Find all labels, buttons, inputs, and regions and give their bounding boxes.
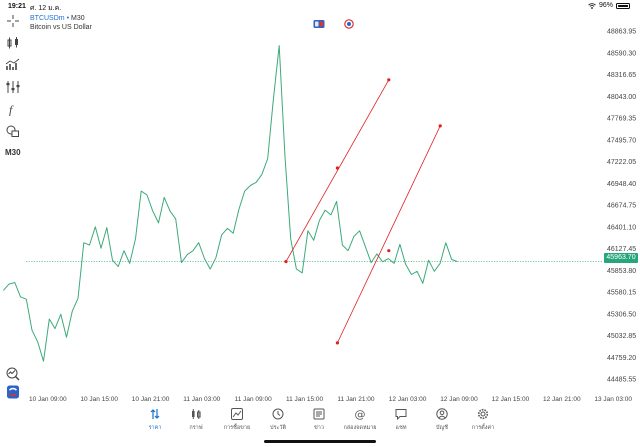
tab-label: กราฟ bbox=[189, 425, 203, 431]
price-axis-label: 47495.70 bbox=[607, 137, 636, 144]
time-axis-label: 11 Jan 21:00 bbox=[337, 396, 374, 403]
time-axis-label: 13 Jan 03:00 bbox=[594, 396, 632, 403]
price-line-series bbox=[2, 45, 458, 362]
price-axis-label: 48316.65 bbox=[607, 72, 636, 79]
current-price-tag: 45963.70 bbox=[604, 253, 638, 263]
candlestick-icon bbox=[7, 37, 18, 49]
objects-tool[interactable] bbox=[5, 80, 21, 94]
price-axis-label: 44485.55 bbox=[607, 377, 636, 384]
tab-label: บัญชี bbox=[436, 425, 448, 431]
time-axis-label: 12 Jan 03:00 bbox=[389, 396, 427, 403]
price-axis-label: 45032.85 bbox=[607, 333, 636, 340]
tab-label: การตั้งค่า bbox=[471, 425, 495, 431]
time-axis-label: 10 Jan 15:00 bbox=[80, 396, 118, 403]
trendline-handle[interactable] bbox=[335, 166, 339, 170]
indicators-icon bbox=[5, 58, 20, 70]
trendline-handle[interactable] bbox=[335, 341, 339, 345]
tab-label: ราคา bbox=[148, 425, 162, 431]
app-logo-icon bbox=[7, 385, 19, 399]
svg-text:f: f bbox=[9, 103, 14, 117]
function-tool[interactable]: f bbox=[5, 102, 21, 117]
news-icon bbox=[313, 408, 325, 420]
candlestick-tool[interactable] bbox=[5, 36, 21, 50]
tab-account[interactable]: บัญชี bbox=[422, 408, 462, 432]
history-icon bbox=[272, 408, 284, 420]
trendline-handle[interactable] bbox=[284, 259, 288, 264]
timeframe-button[interactable]: M30 bbox=[5, 148, 21, 157]
chat-icon bbox=[395, 409, 407, 420]
time-axis-label: 12 Jan 15:00 bbox=[492, 396, 530, 403]
objects-icon bbox=[6, 81, 20, 93]
shapes-icon bbox=[6, 125, 19, 137]
tab-history[interactable]: ประวัติ bbox=[258, 408, 298, 432]
trendline-handle[interactable] bbox=[387, 78, 391, 82]
time-axis-label: 12 Jan 21:00 bbox=[543, 396, 581, 403]
symbol-name: BTCUSDm bbox=[30, 15, 65, 22]
zoom-icon bbox=[6, 367, 20, 381]
trade-icon bbox=[231, 408, 243, 420]
tab-quotes[interactable]: ราคา bbox=[135, 408, 175, 432]
tab-chart[interactable]: กราฟ bbox=[176, 408, 216, 432]
trendline-2[interactable] bbox=[337, 125, 441, 344]
time-axis-label: 11 Jan 15:00 bbox=[286, 396, 323, 403]
one-click-trading-icon[interactable] bbox=[313, 19, 325, 29]
tab-label: กล่องจดหมาย bbox=[343, 425, 377, 431]
price-axis-label: 47222.05 bbox=[607, 159, 636, 166]
symbol-timeframe: M30 bbox=[70, 15, 85, 22]
price-axis-label: 48863.95 bbox=[607, 29, 636, 36]
chart-icon bbox=[192, 409, 201, 419]
quotes-icon bbox=[150, 409, 160, 419]
price-axis-label: 44759.20 bbox=[607, 355, 636, 362]
price-axis-label: 45853.80 bbox=[607, 268, 636, 275]
symbol-description: Bitcoin vs US Dollar bbox=[30, 24, 92, 31]
crosshair-tool[interactable] bbox=[5, 14, 21, 28]
trendline-1[interactable] bbox=[285, 79, 390, 262]
shapes-tool[interactable] bbox=[5, 124, 21, 138]
time-axis-label: 10 Jan 21:00 bbox=[132, 396, 170, 403]
trendline-handle[interactable] bbox=[438, 124, 442, 128]
indicators-tool[interactable] bbox=[5, 58, 21, 72]
price-chart[interactable]: 48863.95 48590.30 48316.65 48043.00 47769.35… bbox=[0, 0, 640, 405]
tab-chat[interactable]: แชท bbox=[381, 408, 421, 432]
tab-label: ประวัติ bbox=[269, 425, 287, 431]
price-axis-label: 46127.45 bbox=[607, 246, 636, 253]
svg-text:@: @ bbox=[355, 408, 366, 420]
symbol-separator: • bbox=[66, 15, 70, 22]
crosshair-icon bbox=[7, 15, 19, 27]
trendline-handle[interactable] bbox=[387, 249, 391, 253]
settings-icon bbox=[477, 408, 489, 420]
mailbox-icon: @ bbox=[355, 408, 366, 420]
signal-icon[interactable] bbox=[343, 19, 355, 29]
account-icon bbox=[436, 408, 448, 420]
chart-mode-icons bbox=[313, 19, 355, 29]
time-axis-label: 12 Jan 09:00 bbox=[440, 396, 478, 403]
price-axis-label: 45306.50 bbox=[607, 311, 636, 318]
tab-label: แชท bbox=[395, 425, 407, 431]
tab-news[interactable]: ข่าว bbox=[299, 408, 339, 432]
time-axis-label: 11 Jan 09:00 bbox=[235, 396, 272, 403]
tab-mailbox[interactable]: @ กล่องจดหมาย bbox=[340, 408, 380, 432]
tab-trade[interactable]: การซื้อขาย bbox=[217, 408, 257, 432]
price-axis-label: 46401.10 bbox=[607, 224, 636, 231]
price-axis-label: 48590.30 bbox=[607, 50, 636, 57]
price-axis-label: 48043.00 bbox=[607, 94, 636, 101]
price-axis-label: 46948.40 bbox=[607, 181, 636, 188]
time-axis-label: 11 Jan 03:00 bbox=[183, 396, 220, 403]
function-icon: f bbox=[9, 103, 14, 117]
app-logo[interactable] bbox=[5, 385, 21, 399]
symbol-info[interactable]: BTCUSDm • M30 Bitcoin vs US Dollar bbox=[30, 14, 92, 32]
home-indicator bbox=[264, 440, 376, 443]
price-axis-label: 46674.75 bbox=[607, 203, 636, 210]
zoom-tool[interactable] bbox=[5, 367, 21, 381]
price-axis-label: 45580.15 bbox=[607, 290, 636, 297]
price-axis-label: 47769.35 bbox=[607, 116, 636, 123]
tab-label: ข่าว bbox=[314, 425, 324, 431]
tab-label: การซื้อขาย bbox=[223, 425, 251, 431]
time-axis-label: 10 Jan 09:00 bbox=[29, 396, 67, 403]
tab-settings[interactable]: การตั้งค่า bbox=[463, 408, 503, 432]
